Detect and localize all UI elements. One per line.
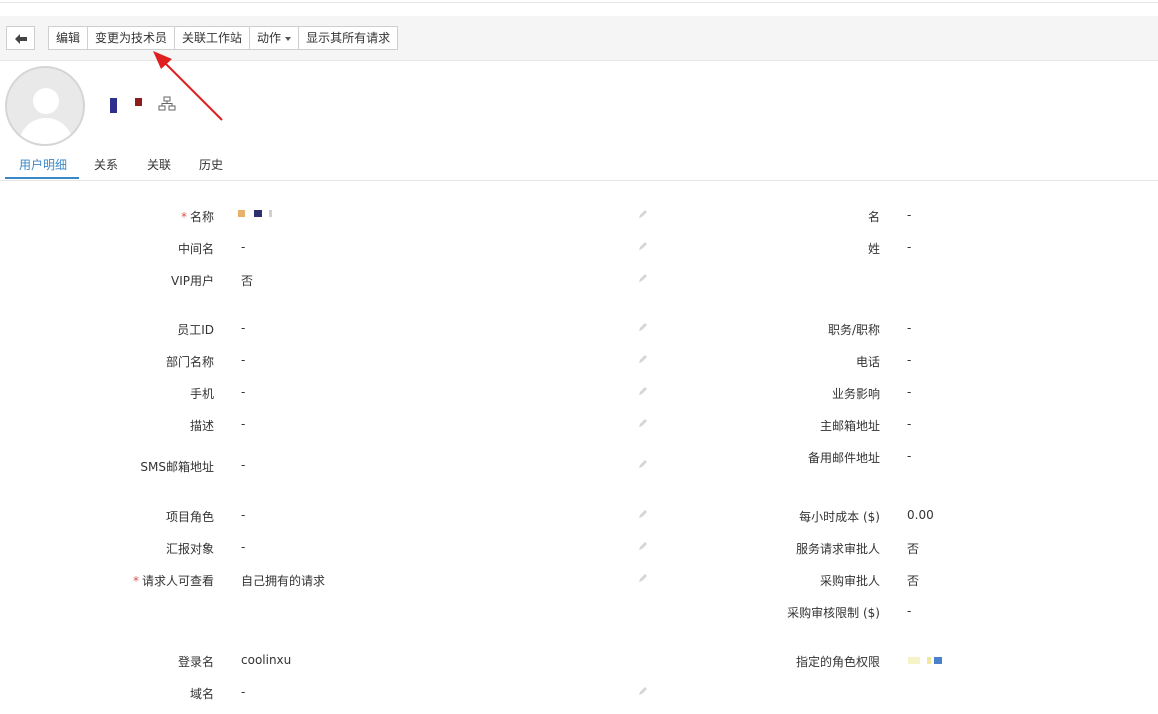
field-value-domain: - bbox=[241, 685, 246, 699]
field-label-primary-email: 主邮箱地址 bbox=[819, 419, 880, 433]
field-value-employee-id: - bbox=[241, 321, 246, 335]
org-chart-icon[interactable] bbox=[158, 96, 176, 112]
pencil-icon[interactable] bbox=[638, 386, 648, 396]
field-label-business-impact: 业务影响 bbox=[831, 387, 880, 401]
show-all-requests-button[interactable]: 显示其所有请求 bbox=[299, 27, 397, 49]
pencil-icon[interactable] bbox=[638, 418, 648, 428]
field-label-purchase-limit: 采购审核限制 ($) bbox=[787, 606, 880, 620]
tab-relationships[interactable]: 关系 bbox=[94, 156, 118, 173]
field-label-hourly-cost: 每小时成本 ($) bbox=[799, 510, 880, 524]
required-marker: * bbox=[132, 574, 139, 588]
pencil-icon[interactable] bbox=[638, 459, 648, 469]
field-value-department: - bbox=[241, 353, 246, 367]
pencil-icon[interactable] bbox=[638, 273, 648, 283]
tab-associations[interactable]: 关联 bbox=[147, 156, 171, 173]
tab-bar: 用户明细 关系 关联 历史 bbox=[0, 148, 1158, 181]
pencil-icon[interactable] bbox=[638, 322, 648, 332]
pencil-icon[interactable] bbox=[638, 686, 648, 696]
action-button-group: 编辑 变更为技术员 关联工作站 动作 显示其所有请求 bbox=[48, 26, 399, 50]
field-value-description: - bbox=[241, 417, 246, 431]
field-label-purchase-approver: 采购审批人 bbox=[819, 574, 880, 588]
field-value-reports-to: - bbox=[241, 540, 246, 554]
field-label-mobile: 手机 bbox=[189, 387, 214, 401]
field-label-first-name: 名 bbox=[867, 210, 880, 224]
field-value-purchase-approver: 否 bbox=[907, 574, 920, 588]
field-label-reports-to: 汇报对象 bbox=[165, 542, 214, 556]
field-label-last-name: 姓 bbox=[867, 242, 880, 256]
caret-down-icon bbox=[285, 36, 292, 41]
tab-history[interactable]: 历史 bbox=[199, 156, 223, 173]
pencil-icon[interactable] bbox=[638, 354, 648, 364]
back-button[interactable] bbox=[6, 26, 35, 50]
pencil-icon[interactable] bbox=[638, 241, 648, 251]
field-value-primary-email: - bbox=[907, 417, 912, 431]
field-value-purchase-limit: - bbox=[907, 604, 912, 618]
arrow-left-icon bbox=[14, 34, 27, 44]
field-label-description: 描述 bbox=[189, 419, 214, 433]
field-label-role-permissions: 指定的角色权限 bbox=[795, 655, 880, 669]
field-label-domain: 域名 bbox=[189, 687, 214, 701]
field-label-requester-view: * 请求人可查看 bbox=[132, 574, 214, 588]
field-label-employee-id: 员工ID bbox=[177, 323, 214, 337]
field-label-middle-name: 中间名 bbox=[177, 242, 214, 256]
avatar-head bbox=[33, 88, 59, 114]
required-marker: * bbox=[180, 210, 187, 224]
field-value-job-title: - bbox=[907, 321, 912, 335]
actions-dropdown[interactable]: 动作 bbox=[250, 27, 300, 49]
actions-label: 动作 bbox=[257, 31, 282, 45]
field-value-business-impact: - bbox=[907, 385, 912, 399]
field-value-requester-view: 自己拥有的请求 bbox=[241, 574, 326, 588]
field-value-last-name: - bbox=[907, 240, 912, 254]
field-value-login-name: coolinxu bbox=[241, 653, 292, 667]
field-value-mobile: - bbox=[241, 385, 246, 399]
field-value-sr-approver: 否 bbox=[907, 542, 920, 556]
avatar bbox=[5, 66, 85, 146]
field-value-middle-name: - bbox=[241, 240, 246, 254]
pencil-icon[interactable] bbox=[638, 209, 648, 219]
field-label-job-title: 职务/职称 bbox=[827, 323, 880, 337]
field-value-first-name: - bbox=[907, 208, 912, 222]
field-label-secondary-email: 备用邮件地址 bbox=[807, 451, 880, 465]
top-divider bbox=[0, 2, 1158, 3]
field-value-vip-user: 否 bbox=[241, 274, 254, 288]
pencil-icon[interactable] bbox=[638, 509, 648, 519]
field-label-vip-user: VIP用户 bbox=[171, 274, 214, 288]
field-label-login-name: 登录名 bbox=[177, 655, 214, 669]
pencil-icon[interactable] bbox=[638, 541, 648, 551]
field-value-project-role: - bbox=[241, 508, 246, 522]
field-label-department: 部门名称 bbox=[165, 355, 214, 369]
field-value-phone: - bbox=[907, 353, 912, 367]
active-tab-indicator bbox=[5, 177, 79, 179]
tab-user-details[interactable]: 用户明细 bbox=[19, 156, 67, 173]
toolbar: 编辑 变更为技术员 关联工作站 动作 显示其所有请求 bbox=[0, 16, 1158, 61]
field-value-secondary-email: - bbox=[907, 449, 912, 463]
field-label-project-role: 项目角色 bbox=[165, 510, 214, 524]
field-label-sr-approver: 服务请求审批人 bbox=[795, 542, 880, 556]
pencil-icon[interactable] bbox=[638, 573, 648, 583]
link-workstation-button[interactable]: 关联工作站 bbox=[175, 27, 251, 49]
field-value-hourly-cost: 0.00 bbox=[907, 508, 934, 522]
edit-button[interactable]: 编辑 bbox=[49, 27, 89, 49]
field-value-sms-email: - bbox=[241, 458, 246, 472]
field-label-name: * 名称 bbox=[180, 210, 214, 224]
field-label-phone: 电话 bbox=[855, 355, 880, 369]
field-label-sms-email: SMS邮箱地址 bbox=[140, 460, 214, 474]
avatar-body bbox=[19, 118, 73, 144]
change-to-technician-button[interactable]: 变更为技术员 bbox=[88, 27, 176, 49]
